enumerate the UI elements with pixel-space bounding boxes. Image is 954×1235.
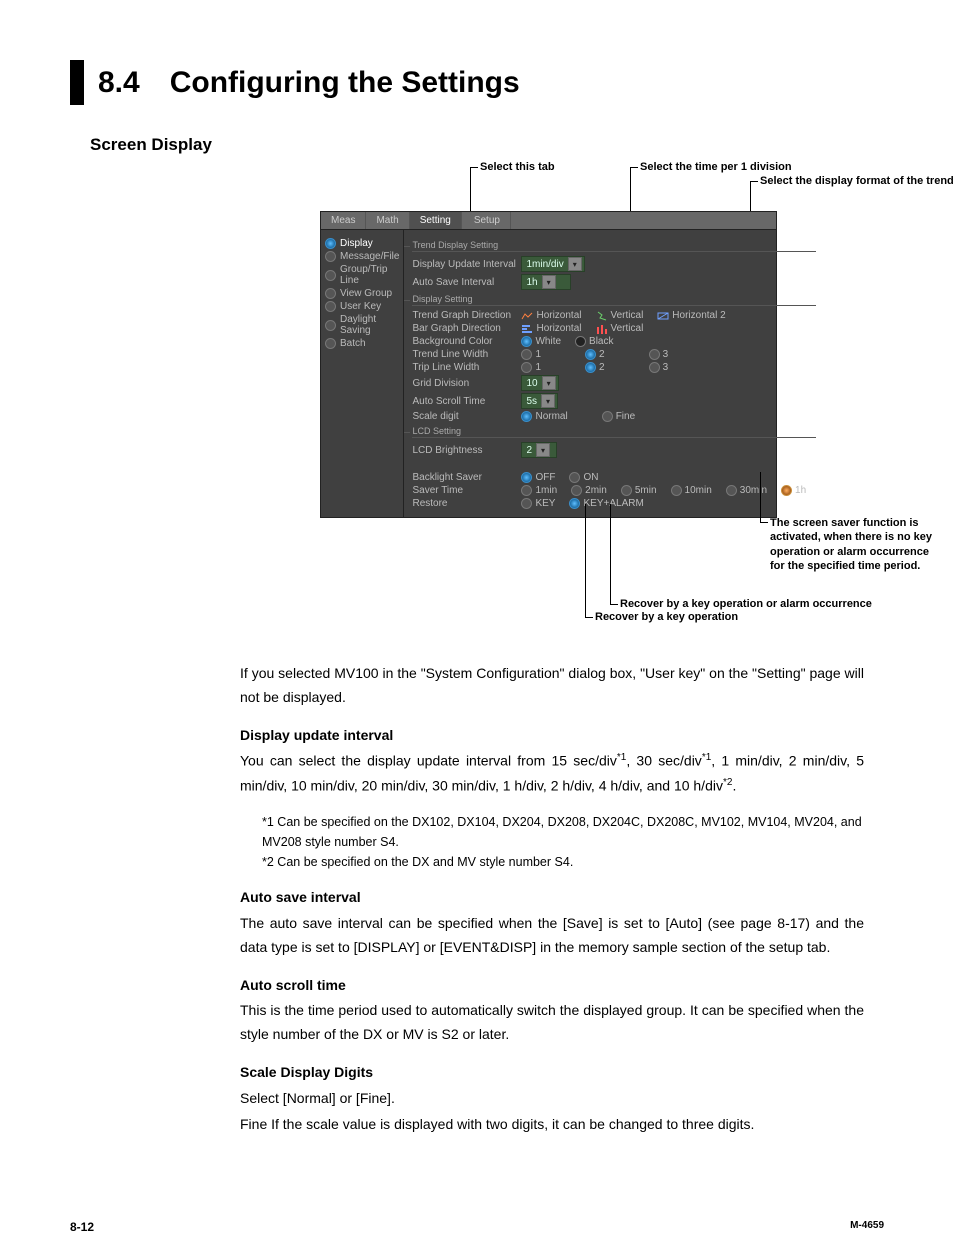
opt-scale-normal[interactable]: Normal — [521, 411, 567, 422]
group-display: Display Setting — [412, 294, 816, 306]
group-lcd: LCD Setting — [412, 426, 816, 438]
tab-setting[interactable]: Setting — [410, 212, 462, 229]
label-update-interval: Display Update Interval — [412, 259, 517, 270]
chevron-down-icon: ▾ — [568, 257, 582, 271]
opt-st-1m[interactable]: 1min — [521, 485, 557, 496]
label-lcd-brightness: LCD Brightness — [412, 445, 517, 456]
opt-bg-black[interactable]: Black — [575, 336, 613, 347]
group-trend-display: Trend Display Setting — [412, 240, 816, 252]
section-number: 8.4 — [98, 60, 140, 105]
callout-recover-key-alarm: Recover by a key operation or alarm occu… — [620, 598, 872, 610]
chevron-down-icon: ▾ — [541, 394, 555, 408]
para-auto-save-interval: The auto save interval can be specified … — [240, 912, 864, 960]
callout-select-tab: Select this tab — [480, 161, 555, 173]
opt-bar-horizontal[interactable]: Horizontal — [521, 323, 581, 334]
sidebar-item-daylight[interactable]: Daylight Saving — [325, 314, 399, 336]
opt-st-10m[interactable]: 10min — [671, 485, 712, 496]
opt-trlw-2[interactable]: 2 — [585, 362, 605, 373]
footnote-2: *2 Can be specified on the DX and MV sty… — [262, 852, 864, 872]
settings-sidebar: Display Message/File Group/Trip Line Vie… — [321, 230, 404, 517]
bar-h-icon — [521, 324, 533, 334]
para-scale-digits-1: Select [Normal] or [Fine]. — [240, 1087, 864, 1111]
label-backlight-saver: Backlight Saver — [412, 472, 517, 483]
opt-scale-fine[interactable]: Fine — [602, 411, 635, 422]
label-restore: Restore — [412, 498, 517, 509]
sidebar-item-batch[interactable]: Batch — [325, 338, 399, 349]
para-scale-digits-2: Fine If the scale value is displayed wit… — [240, 1113, 864, 1137]
callout-select-format: Select the display format of the trend a… — [760, 175, 940, 187]
label-auto-save: Auto Save Interval — [412, 277, 517, 288]
heading-auto-scroll-time: Auto scroll time — [240, 974, 864, 998]
callout-saver-func: The screen saver function is activated, … — [770, 516, 940, 573]
page-number: 8-12 — [70, 1220, 94, 1234]
opt-st-1h[interactable]: 1h — [781, 485, 806, 496]
intro-paragraph: If you selected MV100 in the "System Con… — [240, 662, 864, 710]
opt-trlw-1[interactable]: 1 — [521, 362, 541, 373]
bar-v-icon — [596, 324, 608, 334]
label-grid-division: Grid Division — [412, 378, 517, 389]
callout-select-time: Select the time per 1 division — [640, 161, 792, 173]
opt-tlw-2[interactable]: 2 — [585, 349, 605, 360]
main-tabbar: Meas Math Setting Setup — [321, 212, 776, 230]
opt-trend-vertical[interactable]: Vertical — [596, 310, 644, 321]
section-title: Configuring the Settings — [170, 60, 520, 105]
dropdown-lcd-brightness[interactable]: 2▾ — [521, 442, 557, 458]
opt-st-2m[interactable]: 2min — [571, 485, 607, 496]
sidebar-item-display[interactable]: Display — [325, 238, 399, 249]
heading-scale-display-digits: Scale Display Digits — [240, 1061, 864, 1085]
settings-content: Trend Display Setting Display Update Int… — [404, 230, 824, 517]
label-auto-scroll: Auto Scroll Time — [412, 396, 517, 407]
opt-bar-vertical[interactable]: Vertical — [596, 323, 644, 334]
dropdown-auto-scroll[interactable]: 5s▾ — [521, 393, 558, 409]
opt-bl-on[interactable]: ON — [569, 472, 598, 483]
opt-tlw-1[interactable]: 1 — [521, 349, 541, 360]
opt-trlw-3[interactable]: 3 — [649, 362, 669, 373]
opt-bg-white[interactable]: White — [521, 336, 561, 347]
chapter-title: 8.4 Configuring the Settings — [70, 60, 884, 105]
opt-restore-key[interactable]: KEY — [521, 498, 555, 509]
opt-trend-horizontal2[interactable]: Horizontal 2 — [657, 310, 725, 321]
heading-auto-save-interval: Auto save interval — [240, 886, 864, 910]
opt-tlw-3[interactable]: 3 — [649, 349, 669, 360]
para-display-update-interval: You can select the display update interv… — [240, 749, 864, 798]
trend-h-icon — [521, 311, 533, 321]
trend-h2-icon — [657, 311, 669, 321]
callout-recover-key: Recover by a key operation — [595, 611, 738, 623]
label-bar-direction: Bar Graph Direction — [412, 323, 517, 334]
settings-window: Meas Math Setting Setup Display Message/… — [320, 211, 777, 518]
page-footer: 8-12 M-4659 — [0, 1190, 954, 1234]
heading-display-update-interval: Display update interval — [240, 724, 864, 748]
tab-math[interactable]: Math — [366, 212, 409, 229]
label-trip-line-width: Trip Line Width — [412, 362, 517, 373]
dropdown-grid-division[interactable]: 10▾ — [521, 375, 558, 391]
tab-meas[interactable]: Meas — [321, 212, 366, 229]
doc-id: M-4659 — [850, 1220, 884, 1234]
screenshot-figure: Select this tab Select the time per 1 di… — [200, 161, 920, 642]
opt-restore-key-alarm[interactable]: KEY+ALARM — [569, 498, 643, 509]
opt-st-5m[interactable]: 5min — [621, 485, 657, 496]
chevron-down-icon: ▾ — [542, 275, 556, 289]
opt-bl-off[interactable]: OFF — [521, 472, 555, 483]
sidebar-item-view-group[interactable]: View Group — [325, 288, 399, 299]
sidebar-item-user-key[interactable]: User Key — [325, 301, 399, 312]
sidebar-item-group-trip[interactable]: Group/Trip Line — [325, 264, 399, 286]
dropdown-auto-save[interactable]: 1h▾ — [521, 274, 571, 290]
chevron-down-icon: ▾ — [542, 376, 556, 390]
para-auto-scroll-time: This is the time period used to automati… — [240, 999, 864, 1047]
dropdown-update-interval[interactable]: 1min/div▾ — [521, 256, 584, 272]
label-scale-digit: Scale digit — [412, 411, 517, 422]
label-bg-color: Background Color — [412, 336, 517, 347]
footnote-1: *1 Can be specified on the DX102, DX104,… — [262, 812, 864, 852]
label-saver-time: Saver Time — [412, 485, 517, 496]
subheading: Screen Display — [90, 135, 884, 155]
sidebar-item-message-file[interactable]: Message/File — [325, 251, 399, 262]
trend-v-icon — [596, 311, 608, 321]
chevron-down-icon: ▾ — [536, 443, 550, 457]
tab-setup[interactable]: Setup — [464, 212, 511, 229]
opt-trend-horizontal[interactable]: Horizontal — [521, 310, 581, 321]
label-trend-line-width: Trend Line Width — [412, 349, 517, 360]
label-trend-direction: Trend Graph Direction — [412, 310, 517, 321]
